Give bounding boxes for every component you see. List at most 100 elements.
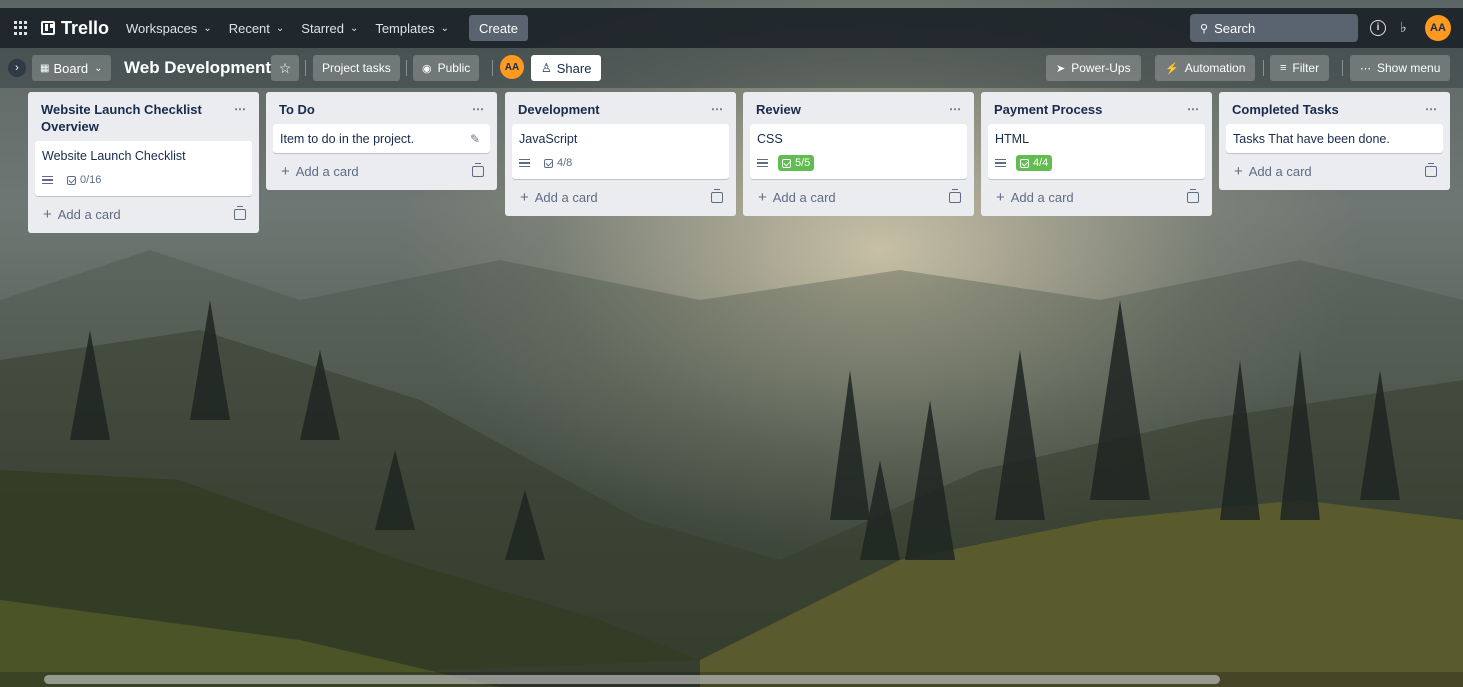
trello-logo[interactable]: Trello bbox=[41, 18, 109, 39]
add-card-button[interactable]: + Add a card bbox=[281, 163, 359, 180]
user-avatar[interactable]: AA bbox=[1425, 15, 1451, 41]
list-title[interactable]: Website Launch Checklist Overview bbox=[41, 101, 211, 135]
show-menu-button[interactable]: ⋯ Show menu bbox=[1350, 55, 1451, 81]
create-from-template-icon[interactable] bbox=[234, 206, 246, 220]
board-view-switcher[interactable]: ▦ Board ⌄ bbox=[32, 55, 111, 81]
logo-text: Trello bbox=[61, 17, 110, 38]
visibility-button[interactable]: ◉ Public bbox=[413, 55, 480, 81]
checklist-badge: 0/16 bbox=[63, 172, 105, 188]
add-card-button[interactable]: + Add a card bbox=[43, 206, 121, 223]
divider bbox=[1342, 60, 1343, 76]
filter-label: Filter bbox=[1292, 61, 1320, 75]
create-from-template-icon[interactable] bbox=[949, 189, 961, 203]
globe-icon: ◉ bbox=[422, 62, 432, 75]
nav-recent[interactable]: Recent ⌄ bbox=[229, 21, 285, 36]
list-title[interactable]: Review bbox=[756, 101, 801, 118]
list-title[interactable]: Completed Tasks bbox=[1232, 101, 1339, 118]
list-development: Development ⋯ JavaScript 4/8 + Add a card bbox=[505, 92, 736, 216]
add-card-label: Add a card bbox=[534, 190, 598, 205]
chevron-down-icon: ⌄ bbox=[94, 62, 103, 74]
nav-recent-label: Recent bbox=[228, 20, 270, 36]
list-title[interactable]: Payment Process bbox=[994, 101, 1102, 118]
power-ups-button[interactable]: ➤ Power-Ups bbox=[1046, 55, 1141, 81]
checklist-badge-complete: 5/5 bbox=[778, 155, 815, 171]
list-actions-icon[interactable]: ⋯ bbox=[1187, 101, 1200, 118]
card[interactable]: Website Launch Checklist 0/16 bbox=[35, 141, 252, 196]
list-actions-icon[interactable]: ⋯ bbox=[472, 101, 485, 118]
chevron-down-icon: ⌄ bbox=[440, 22, 449, 34]
description-icon bbox=[757, 157, 768, 170]
member-avatar[interactable]: AA bbox=[500, 55, 524, 79]
lightning-icon: ⚡ bbox=[1165, 62, 1179, 75]
star-board-button[interactable]: ☆ bbox=[271, 55, 299, 81]
search-icon: ⚲ bbox=[1200, 22, 1209, 35]
show-menu-label: Show menu bbox=[1377, 61, 1441, 75]
notifications-bell-icon[interactable]: ♭ bbox=[1400, 19, 1407, 36]
list-actions-icon[interactable]: ⋯ bbox=[711, 101, 724, 118]
board-header: › ▦ Board ⌄ Web Development ☆ Project ta… bbox=[0, 48, 1463, 88]
add-card-button[interactable]: + Add a card bbox=[758, 189, 836, 206]
automation-button[interactable]: ⚡ Automation bbox=[1155, 55, 1256, 81]
share-button[interactable]: ♙ Share bbox=[531, 55, 602, 81]
plus-icon: + bbox=[996, 189, 1005, 206]
checklist-badge-complete: 4/4 bbox=[1016, 155, 1053, 171]
card[interactable]: Item to do in the project. ✎ bbox=[273, 124, 490, 153]
add-card-button[interactable]: + Add a card bbox=[996, 189, 1074, 206]
horizontal-scrollbar[interactable] bbox=[44, 675, 1220, 684]
card[interactable]: JavaScript 4/8 bbox=[512, 124, 729, 179]
person-add-icon: ♙ bbox=[541, 61, 552, 75]
nav-workspaces[interactable]: Workspaces ⌄ bbox=[126, 21, 212, 36]
pencil-icon[interactable]: ✎ bbox=[470, 132, 480, 146]
info-icon[interactable]: i bbox=[1370, 20, 1386, 36]
nav-templates[interactable]: Templates ⌄ bbox=[375, 21, 449, 36]
add-card-label: Add a card bbox=[1248, 164, 1312, 179]
checkbox-icon bbox=[544, 158, 553, 168]
app-switcher-icon[interactable] bbox=[14, 21, 28, 35]
expand-sidebar-icon[interactable]: › bbox=[8, 59, 26, 77]
card[interactable]: CSS 5/5 bbox=[750, 124, 967, 179]
board-title[interactable]: Web Development bbox=[124, 58, 271, 78]
description-icon bbox=[519, 157, 530, 170]
nav-starred-label: Starred bbox=[301, 20, 344, 36]
board-view-icon: ▦ bbox=[40, 62, 50, 74]
list-title[interactable]: Development bbox=[518, 101, 600, 118]
add-card-label: Add a card bbox=[57, 207, 121, 222]
card-title: Tasks That have been done. bbox=[1233, 132, 1390, 146]
trello-icon bbox=[41, 21, 55, 35]
create-from-template-icon[interactable] bbox=[711, 189, 723, 203]
create-from-template-icon[interactable] bbox=[1187, 189, 1199, 203]
search-input[interactable]: ⚲ Search bbox=[1190, 14, 1358, 42]
checkbox-icon bbox=[67, 175, 76, 185]
card-title: Item to do in the project. bbox=[280, 132, 415, 146]
divider bbox=[406, 60, 407, 76]
list-to-do: To Do ⋯ Item to do in the project. ✎ + Ad… bbox=[266, 92, 497, 190]
add-card-button[interactable]: + Add a card bbox=[1234, 163, 1312, 180]
list-actions-icon[interactable]: ⋯ bbox=[234, 101, 247, 118]
create-from-template-icon[interactable] bbox=[472, 163, 484, 177]
description-icon bbox=[995, 157, 1006, 170]
add-card-label: Add a card bbox=[295, 164, 359, 179]
list-actions-icon[interactable]: ⋯ bbox=[949, 101, 962, 118]
divider bbox=[1263, 60, 1264, 76]
add-card-label: Add a card bbox=[1010, 190, 1074, 205]
chevron-down-icon: ⌄ bbox=[275, 22, 285, 34]
plus-icon: + bbox=[1234, 163, 1243, 180]
divider bbox=[305, 60, 306, 76]
checklist-count: 4/4 bbox=[1033, 157, 1049, 169]
add-card-button[interactable]: + Add a card bbox=[520, 189, 598, 206]
list-title[interactable]: To Do bbox=[279, 101, 315, 118]
project-tasks-button[interactable]: Project tasks bbox=[313, 55, 400, 81]
list-completed-tasks: Completed Tasks ⋯ Tasks That have been d… bbox=[1219, 92, 1450, 190]
card[interactable]: Tasks That have been done. bbox=[1226, 124, 1443, 153]
nav-starred[interactable]: Starred ⌄ bbox=[301, 21, 358, 36]
list-payment-process: Payment Process ⋯ HTML 4/4 + Add a card bbox=[981, 92, 1212, 216]
ellipsis-icon: ⋯ bbox=[1360, 62, 1371, 75]
create-button[interactable]: Create bbox=[468, 15, 528, 41]
list-website-launch-checklist-overview: Website Launch Checklist Overview ⋯ Webs… bbox=[28, 92, 259, 233]
card-title: CSS bbox=[757, 132, 783, 146]
card[interactable]: HTML 4/4 bbox=[988, 124, 1205, 179]
filter-button[interactable]: ≡ Filter bbox=[1270, 55, 1330, 81]
create-from-template-icon[interactable] bbox=[1425, 163, 1437, 177]
list-actions-icon[interactable]: ⋯ bbox=[1425, 101, 1438, 118]
list-review: Review ⋯ CSS 5/5 + Add a card bbox=[743, 92, 974, 216]
